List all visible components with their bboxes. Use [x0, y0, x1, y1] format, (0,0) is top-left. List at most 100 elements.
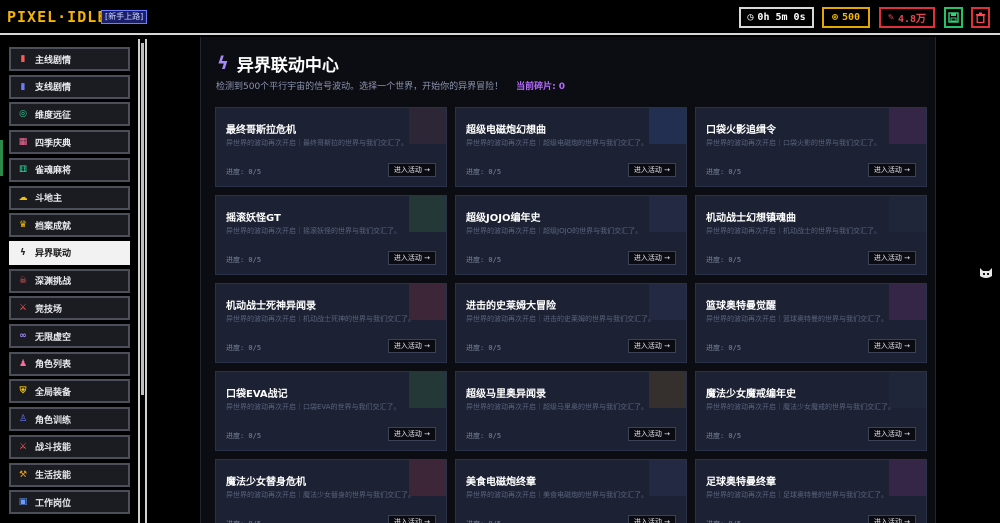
sidebar-item[interactable]: ♟ 角色列表	[9, 351, 130, 376]
event-card: 超级电磁炮幻想曲 异世界的波动再次开启｜超级电磁炮的世界与我们交汇了。 进度: 0/…	[455, 107, 687, 187]
enter-event-button[interactable]: 进入活动 →	[867, 339, 916, 353]
sidebar-item[interactable]: ⛨ 全局装备	[9, 379, 130, 404]
enter-event-button[interactable]: 进入活动 →	[387, 515, 436, 523]
card-progress: 进度: 0/5	[466, 519, 501, 523]
pencil-icon: ✎	[887, 12, 894, 23]
event-card: 超级马里奥异闻录 异世界的波动再次开启｜超级马里奥的世界与我们交汇了。 进度: 0/…	[455, 371, 687, 451]
sidebar-item[interactable]: ♛ 档案成就	[9, 213, 130, 238]
sidebar-item[interactable]: ♙ 角色训练	[9, 407, 130, 432]
card-progress: 进度: 0/5	[226, 168, 262, 176]
event-card: 机动战士死神异闻录 异世界的波动再次开启｜机动战士死神的世界与我们交汇了。 进度: …	[215, 283, 447, 363]
subtitle-text: 检测到500个平行宇宙的信号波动。选择一个世界，开始你的异界冒险！	[216, 82, 504, 92]
card-progress: 进度: 0/5	[466, 168, 502, 176]
sidebar-item-label: 档案成就	[35, 221, 72, 232]
trash-icon	[976, 12, 985, 23]
card-progress: 进度: 0/5	[706, 168, 742, 176]
lantern-icon: ▦	[18, 137, 28, 148]
enter-event-button[interactable]: 进入活动 →	[387, 339, 436, 353]
sidebar-scrollbar[interactable]	[138, 39, 147, 523]
target-icon: ◎	[19, 109, 27, 120]
sidebar-item-label: 深渊挑战	[35, 277, 72, 288]
sidebar-item[interactable]: ⚒ 生活技能	[9, 462, 130, 487]
event-card: 进击的史莱姆大冒险 异世界的波动再次开启｜进击的史莱姆的世界与我们交汇了。 进度: …	[455, 283, 687, 363]
card-thumbnail	[409, 108, 446, 144]
card-progress: 进度: 0/5	[226, 344, 262, 352]
card-thumbnail	[889, 284, 926, 320]
card-description: 异世界的波动再次开启｜足球奥特曼的世界与我们交汇了。	[706, 491, 888, 499]
event-card: 魔法少女魔戒编年史 异世界的波动再次开启｜魔法少女魔戒的世界与我们交汇了。 进度: …	[695, 371, 927, 451]
delete-button[interactable]	[971, 7, 990, 28]
enter-event-button[interactable]: 进入活动 →	[627, 427, 676, 441]
sidebar-item-label: 斗地主	[35, 194, 63, 204]
enter-event-button[interactable]: 进入活动 →	[387, 251, 436, 265]
card-description: 异世界的波动再次开启｜美食电磁炮的世界与我们交汇了。	[466, 491, 648, 499]
sidebar-item[interactable]: ☠ 深渊挑战	[9, 268, 130, 293]
sidebar-item-label: 角色训练	[35, 415, 72, 426]
enter-event-button[interactable]: 进入活动 →	[627, 163, 676, 177]
sidebar-item-label: 角色列表	[35, 360, 72, 371]
card-description: 异世界的波动再次开启｜摇滚妖怪的世界与我们交汇了。	[226, 227, 401, 235]
enter-event-button[interactable]: 进入活动 →	[627, 515, 676, 523]
sidebar-item[interactable]: ⚔ 竞技场	[9, 296, 130, 321]
card-thumbnail	[889, 108, 926, 144]
enter-event-button[interactable]: 进入活动 →	[867, 515, 916, 523]
sidebar-item[interactable]: ▮ 主线剧情	[9, 47, 130, 71]
card-description: 异世界的波动再次开启｜魔法少女魔戒的世界与我们交汇了。	[706, 403, 895, 411]
save-button[interactable]	[944, 7, 963, 28]
sidebar-item[interactable]: ▣ 工作岗位	[9, 490, 130, 515]
card-title: 进击的史莱姆大冒险	[466, 301, 556, 312]
event-card: 篮球奥特曼觉醒 异世界的波动再次开启｜篮球奥特曼的世界与我们交汇了。 进度: 0/5…	[695, 283, 927, 363]
coin-value: 500	[841, 12, 861, 23]
book-icon: ▮	[20, 81, 26, 92]
bolt-icon: ϟ	[20, 247, 26, 258]
card-progress: 进度: 0/5	[226, 432, 262, 440]
sidebar-item-label: 主线剧情	[35, 55, 72, 66]
hammer-icon: ⚒	[18, 469, 28, 480]
card-thumbnail	[409, 196, 446, 232]
sidebar-item-label: 雀魂麻将	[35, 166, 72, 177]
sidebar-item-label: 竞技场	[35, 304, 63, 315]
event-card: 口袋火影追缉令 异世界的波动再次开启｜口袋火影的世界与我们交汇了。 进度: 0/5 进…	[695, 107, 927, 187]
enter-event-button[interactable]: 进入活动 →	[867, 427, 916, 441]
sidebar-item-label: 生活技能	[35, 471, 72, 481]
sidebar-item[interactable]: ∞ 无限虚空	[9, 324, 130, 348]
card-title: 口袋EVA战记	[226, 389, 288, 400]
event-card: 口袋EVA战记 异世界的波动再次开启｜口袋EVA的世界与我们交汇了。 进度: 0/5…	[215, 371, 447, 451]
event-card: 足球奥特曼终章异世界的波动再次开启｜足球奥特曼的世界与我们交汇了。进度: 0/5…	[695, 459, 927, 523]
card-progress: 进度: 0/5	[466, 344, 502, 352]
card-description: 异世界的波动再次开启｜魔法少女替身的世界与我们交汇了。	[226, 491, 415, 499]
sidebar-item-label: 四季庆典	[35, 138, 72, 149]
sidebar-item[interactable]: ▮ 支线剧情	[9, 74, 130, 99]
sidebar-item[interactable]: ☁ 斗地主	[9, 185, 130, 210]
skull-icon: ☠	[18, 275, 28, 286]
pet-icon[interactable]	[978, 264, 994, 280]
card-title: 口袋火影追缉令	[706, 125, 776, 136]
card-progress: 进度: 0/5	[226, 256, 262, 264]
event-card: 机动战士幻想镇魂曲 异世界的波动再次开启｜机动战士的世界与我们交汇了。 进度: 0/…	[695, 195, 927, 275]
card-title: 美食电磁炮终章	[466, 477, 536, 488]
enter-event-button[interactable]: 进入活动 →	[867, 251, 916, 265]
sidebar-item[interactable]: ϟ 异界联动	[9, 240, 130, 265]
app-logo: PIXEL·IDLE	[7, 8, 108, 26]
card-description: 异世界的波动再次开启｜篮球奥特曼的世界与我们交汇了。	[706, 315, 888, 323]
sidebar-item[interactable]: ▦ 四季庆典	[9, 130, 130, 155]
enter-event-button[interactable]: 进入活动 →	[387, 427, 436, 441]
card-title: 摇滚妖怪GT	[226, 213, 281, 224]
sidebar-item[interactable]: ◎ 维度远征	[9, 102, 130, 127]
event-card: 摇滚妖怪GT 异世界的波动再次开启｜摇滚妖怪的世界与我们交汇了。 进度: 0/5 进入…	[215, 195, 447, 275]
sword-icon: ⚔	[18, 441, 28, 452]
enter-event-button[interactable]: 进入活动 →	[627, 339, 676, 353]
enter-event-button[interactable]: 进入活动 →	[387, 163, 436, 177]
card-thumbnail	[649, 460, 686, 496]
bolt-icon: ϟ	[217, 53, 229, 74]
sidebar-item[interactable]: ⚔ 战斗技能	[9, 434, 130, 459]
scrollbar-thumb[interactable]	[141, 43, 144, 395]
page-subtitle: 检测到500个平行宇宙的信号波动。选择一个世界，开始你的异界冒险！ 当前碎片: …	[216, 79, 565, 92]
sidebar-item[interactable]: ⚅ 雀魂麻将	[9, 157, 130, 182]
clock-icon: ◷	[747, 12, 754, 23]
page-title: ϟ 异界联动中心	[217, 51, 339, 76]
card-description: 异世界的波动再次开启｜超级马里奥的世界与我们交汇了。	[466, 403, 648, 411]
enter-event-button[interactable]: 进入活动 →	[627, 251, 676, 265]
enter-event-button[interactable]: 进入活动 →	[867, 163, 916, 177]
card-thumbnail	[889, 196, 926, 232]
